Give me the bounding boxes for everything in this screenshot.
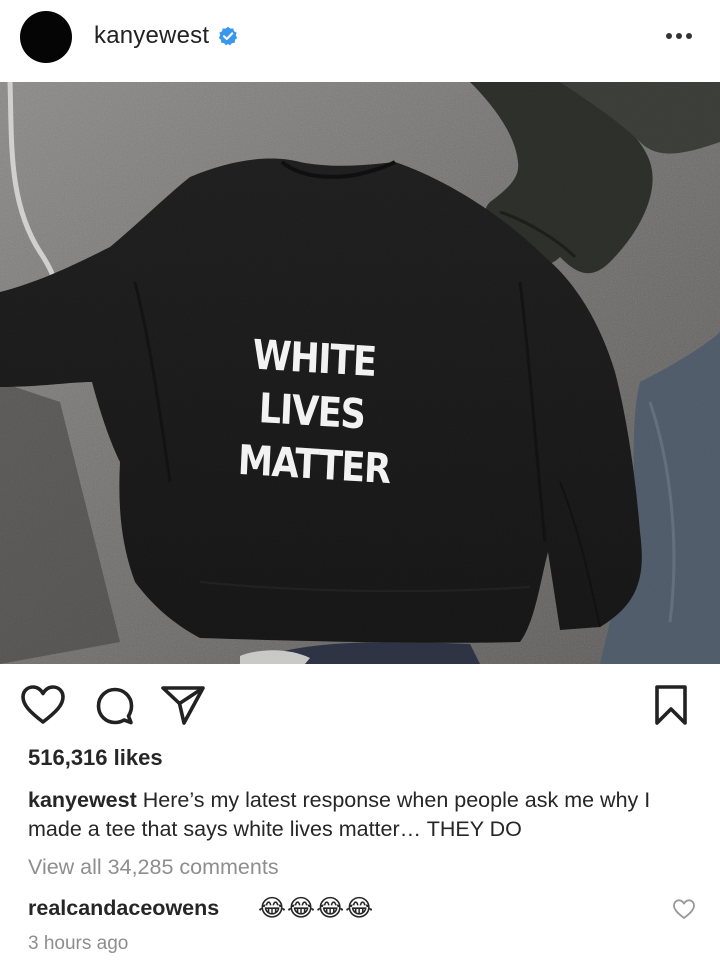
comment-icon[interactable] [95, 686, 135, 726]
verified-badge-icon [218, 26, 238, 46]
more-horizontal-icon[interactable] [662, 26, 696, 46]
shirt-text-line: MATTER [236, 435, 391, 494]
comment-username[interactable]: realcandaceowens [28, 896, 219, 921]
view-all-comments-link[interactable]: View all 34,285 comments [28, 855, 279, 880]
bookmark-icon[interactable] [654, 684, 688, 726]
post-photo[interactable]: WHITE LIVES MATTER [0, 82, 720, 664]
shirt-print-text: WHITE LIVES MATTER [236, 328, 391, 495]
action-bar [0, 680, 720, 732]
comment-heart-icon[interactable] [672, 898, 696, 920]
shirt-text-line: WHITE [251, 330, 377, 387]
top-comment: realcandaceowens 😂😂😂😂 [28, 894, 695, 928]
shirt-text-line: LIVES [257, 384, 366, 439]
avatar[interactable] [20, 11, 72, 63]
post-username[interactable]: kanyewest [94, 22, 209, 50]
caption-username[interactable]: kanyewest [28, 788, 137, 812]
likes-count[interactable]: 516,316 likes [28, 745, 163, 771]
comment-text: 😂😂😂😂 [258, 895, 375, 922]
post-header: kanyewest [0, 0, 720, 80]
post-timestamp: 3 hours ago [28, 933, 129, 954]
share-icon[interactable] [160, 684, 206, 726]
heart-icon[interactable] [20, 684, 66, 726]
post-caption: kanyewest Here’s my latest response when… [28, 786, 698, 844]
username-row: kanyewest [94, 22, 238, 50]
